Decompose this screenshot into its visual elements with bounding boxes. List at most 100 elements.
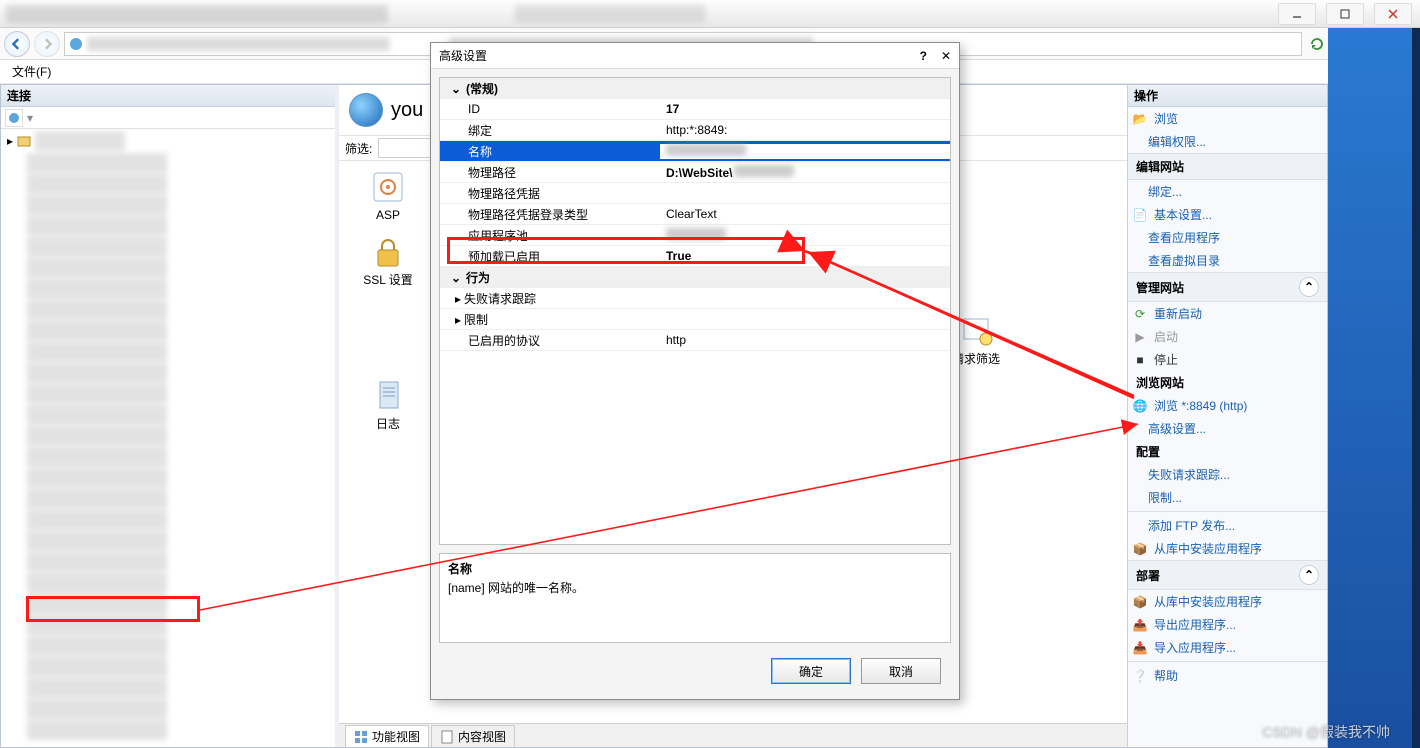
action-add-ftp[interactable]: 添加 FTP 发布...	[1128, 514, 1327, 537]
collapse-icon[interactable]: ⌄	[450, 82, 462, 96]
action-stop[interactable]: ■停止	[1128, 348, 1327, 371]
tree-item[interactable]	[27, 279, 167, 299]
folder-icon: 📂	[1132, 111, 1148, 127]
row-app-pool[interactable]: 应用程序池	[440, 225, 950, 246]
connections-tree[interactable]: ▸ document.write(Array.from({length:28})…	[1, 129, 335, 747]
tree-item[interactable]	[27, 552, 167, 572]
cancel-button[interactable]: 取消	[861, 658, 941, 684]
tree-item[interactable]	[27, 594, 167, 614]
tree-item[interactable]	[27, 447, 167, 467]
feature-label: ASP	[376, 209, 400, 222]
tree-item[interactable]	[27, 384, 167, 404]
tree-item[interactable]	[27, 363, 167, 383]
row-physical-path[interactable]: 物理路径D:\WebSite\	[440, 162, 950, 183]
tree-item[interactable]	[27, 615, 167, 635]
dialog-help-icon[interactable]: ?	[920, 49, 927, 63]
tree-item[interactable]	[27, 573, 167, 593]
property-grid[interactable]: ⌄(常规) ID17 绑定http:*:8849: 名称 物理路径D:\WebS…	[439, 77, 951, 545]
row-protocols[interactable]: 已启用的协议http	[440, 330, 950, 351]
tree-item[interactable]	[27, 678, 167, 698]
dialog-close-icon[interactable]: ✕	[941, 49, 951, 63]
row-frt[interactable]: ▸失败请求跟踪	[440, 288, 950, 309]
action-browse-url[interactable]: 🌐浏览 *:8849 (http)	[1128, 394, 1327, 417]
action-browse[interactable]: 📂浏览	[1128, 107, 1327, 130]
tree-item[interactable]	[27, 510, 167, 530]
row-id[interactable]: ID17	[440, 99, 950, 120]
globe-icon	[349, 93, 383, 127]
action-view-apps[interactable]: 查看应用程序	[1128, 226, 1327, 249]
tab-features[interactable]: 功能视图	[345, 725, 429, 747]
watermark: CSDN @假装我不帅	[1262, 722, 1390, 742]
feature-asp[interactable]: ASP	[349, 169, 427, 222]
row-preload[interactable]: 预加载已启用True	[440, 246, 950, 267]
action-view-vdirs[interactable]: 查看虚拟目录	[1128, 249, 1327, 272]
tree-item[interactable]	[27, 258, 167, 278]
action-start[interactable]: ▶启动	[1128, 325, 1327, 348]
export-icon: 📤	[1132, 617, 1148, 633]
window-titlebar	[0, 0, 1420, 28]
path-blur	[734, 165, 794, 177]
row-binding[interactable]: 绑定http:*:8849:	[440, 120, 950, 141]
lock-icon	[370, 234, 406, 270]
actions-group-deploy: 部署⌃	[1128, 560, 1327, 590]
tree-item[interactable]	[27, 174, 167, 194]
action-restart[interactable]: ⟳重新启动	[1128, 302, 1327, 325]
tab-content[interactable]: 内容视图	[431, 725, 515, 747]
tree-item[interactable]	[27, 321, 167, 341]
tree-item[interactable]	[27, 531, 167, 551]
window-maximize-button[interactable]	[1326, 3, 1364, 25]
action-help[interactable]: ❔帮助	[1128, 664, 1327, 687]
actions-pane: 操作 📂浏览 编辑权限... 编辑网站 绑定... 📄基本设置... 查看应用程…	[1127, 85, 1327, 747]
tree-item[interactable]	[27, 300, 167, 320]
connect-icon[interactable]	[5, 109, 23, 127]
tree-item[interactable]	[27, 342, 167, 362]
tree-item[interactable]	[27, 489, 167, 509]
package-icon: 📦	[1132, 541, 1148, 557]
cat-behavior[interactable]: ⌄行为	[440, 267, 950, 288]
feature-log[interactable]: 日志	[349, 378, 427, 431]
tree-item[interactable]	[27, 153, 167, 173]
filter-icon	[958, 313, 994, 349]
action-advanced-settings[interactable]: 高级设置...	[1128, 417, 1327, 440]
action-limits[interactable]: 限制...	[1128, 486, 1327, 509]
window-minimize-button[interactable]	[1278, 3, 1316, 25]
collapse-icon[interactable]: ⌃	[1299, 277, 1319, 297]
menu-file[interactable]: 文件(F)	[6, 60, 57, 83]
site-icon	[69, 37, 83, 51]
tree-item[interactable]	[27, 468, 167, 488]
collapse-icon[interactable]: ⌃	[1299, 565, 1319, 585]
log-icon	[370, 378, 406, 414]
tree-item[interactable]	[27, 216, 167, 236]
action-basic-settings[interactable]: 📄基本设置...	[1128, 203, 1327, 226]
row-limits[interactable]: ▸限制	[440, 309, 950, 330]
refresh-icon[interactable]	[1306, 33, 1328, 55]
tree-item[interactable]	[27, 657, 167, 677]
action-trace[interactable]: 失败请求跟踪...	[1128, 463, 1327, 486]
tree-item[interactable]	[27, 699, 167, 719]
tree-item[interactable]	[27, 426, 167, 446]
feature-ssl[interactable]: SSL 设置	[349, 234, 427, 300]
stop-small-icon: ■	[1132, 352, 1148, 368]
collapse-icon[interactable]: ⌄	[450, 271, 462, 285]
row-pcred-type[interactable]: 物理路径凭据登录类型ClearText	[440, 204, 950, 225]
nav-forward-button[interactable]	[34, 31, 60, 57]
row-physical-credentials[interactable]: 物理路径凭据	[440, 183, 950, 204]
action-export-app[interactable]: 📤导出应用程序...	[1128, 613, 1327, 636]
nav-back-button[interactable]	[4, 31, 30, 57]
cat-general[interactable]: ⌄(常规)	[440, 78, 950, 99]
ok-button[interactable]: 确定	[771, 658, 851, 684]
action-import-app[interactable]: 📥导入应用程序...	[1128, 636, 1327, 659]
action-lib-install-2[interactable]: 📦从库中安装应用程序	[1128, 590, 1327, 613]
action-bindings[interactable]: 绑定...	[1128, 180, 1327, 203]
action-edit-permissions[interactable]: 编辑权限...	[1128, 130, 1327, 153]
window-close-button[interactable]	[1374, 3, 1412, 25]
tree-item[interactable]	[27, 720, 167, 740]
tree-item[interactable]	[27, 195, 167, 215]
tree-item[interactable]	[27, 237, 167, 257]
tree-item[interactable]	[27, 405, 167, 425]
action-lib-install[interactable]: 📦从库中安装应用程序	[1128, 537, 1327, 560]
tree-item[interactable]	[27, 636, 167, 656]
row-name[interactable]: 名称	[440, 141, 950, 162]
dialog-title: 高级设置	[439, 47, 487, 64]
asp-icon	[370, 169, 406, 205]
